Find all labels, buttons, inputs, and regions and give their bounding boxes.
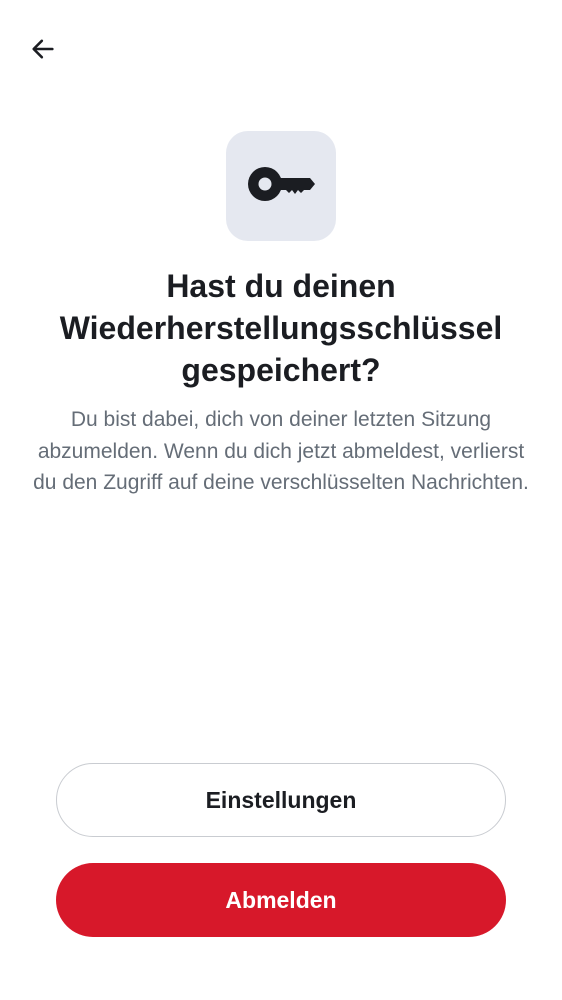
page-title: Hast du deinen Wiederherstellungsschlüss…	[59, 268, 503, 388]
back-button[interactable]	[22, 30, 64, 72]
key-icon	[246, 162, 316, 211]
arrow-left-icon	[29, 35, 57, 68]
settings-button[interactable]: Einstellungen	[56, 763, 506, 837]
logout-button[interactable]: Abmelden	[56, 863, 506, 937]
key-icon-tile	[226, 131, 336, 241]
description-text: Du bist dabei, dich von deiner letzten S…	[33, 408, 529, 494]
